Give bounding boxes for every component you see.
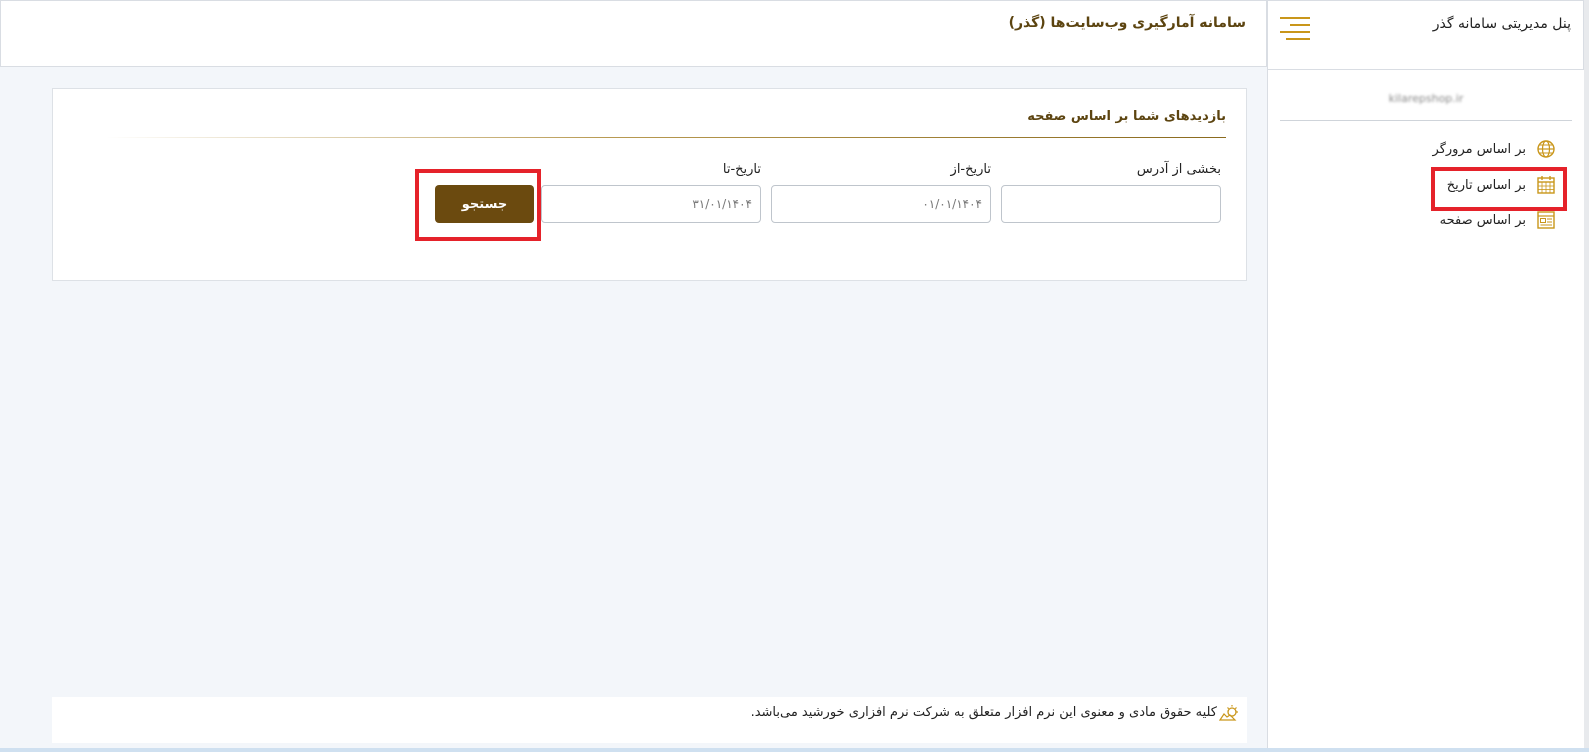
- address-label: بخشی از آدرس: [1136, 162, 1221, 177]
- sidebar-item-page[interactable]: بر اساس صفحه: [1440, 207, 1556, 233]
- window-bottom-edge: [0, 748, 1589, 752]
- card-title: بازدیدهای شما بر اساس صفحه: [1027, 109, 1226, 124]
- date-to-label: تاریخ-تا: [722, 162, 761, 177]
- copyright-text: کلیه حقوق مادی و معنوی این نرم افزار متع…: [750, 705, 1217, 720]
- window-scrollbar[interactable]: [1584, 0, 1589, 752]
- sidebar-item-label: بر اساس تاریخ: [1446, 177, 1526, 193]
- globe-icon: [1536, 139, 1556, 159]
- company-logo-icon: [1218, 704, 1239, 722]
- sidebar-item-date[interactable]: بر اساس تاریخ: [1447, 172, 1556, 198]
- footer: کلیه حقوق مادی و معنوی این نرم افزار متع…: [52, 697, 1247, 743]
- address-input[interactable]: [1001, 185, 1221, 223]
- date-from-label: تاریخ-از: [950, 162, 991, 177]
- top-header-bar: سامانه آمارگیری وب‌سایت‌ها (گذر): [0, 0, 1267, 67]
- sidebar: kilarepshop.ir بر اساس مرورگر بر اساس تا…: [1267, 70, 1584, 752]
- calendar-icon: [1536, 175, 1556, 195]
- date-from-input[interactable]: [771, 185, 991, 223]
- search-card: بازدیدهای شما بر اساس صفحه بخشی از آدرس …: [52, 88, 1247, 281]
- brand-header: پنل مدیریتی سامانه گذر: [1267, 0, 1584, 70]
- menu-toggle-icon[interactable]: [1278, 15, 1310, 41]
- search-button[interactable]: جستجو: [435, 185, 534, 223]
- sidebar-divider: [1280, 120, 1572, 121]
- card-title-underline: [106, 137, 1226, 138]
- system-title: سامانه آمارگیری وب‌سایت‌ها (گذر): [1008, 15, 1246, 31]
- date-to-input[interactable]: [541, 185, 761, 223]
- page-icon: [1536, 210, 1556, 230]
- sidebar-item-label: بر اساس صفحه: [1439, 212, 1526, 228]
- brand-title: پنل مدیریتی سامانه گذر: [1432, 16, 1571, 32]
- sidebar-item-browser[interactable]: بر اساس مرورگر: [1433, 136, 1556, 162]
- sidebar-item-label: بر اساس مرورگر: [1432, 141, 1526, 157]
- site-domain: kilarepshop.ir: [1388, 92, 1464, 105]
